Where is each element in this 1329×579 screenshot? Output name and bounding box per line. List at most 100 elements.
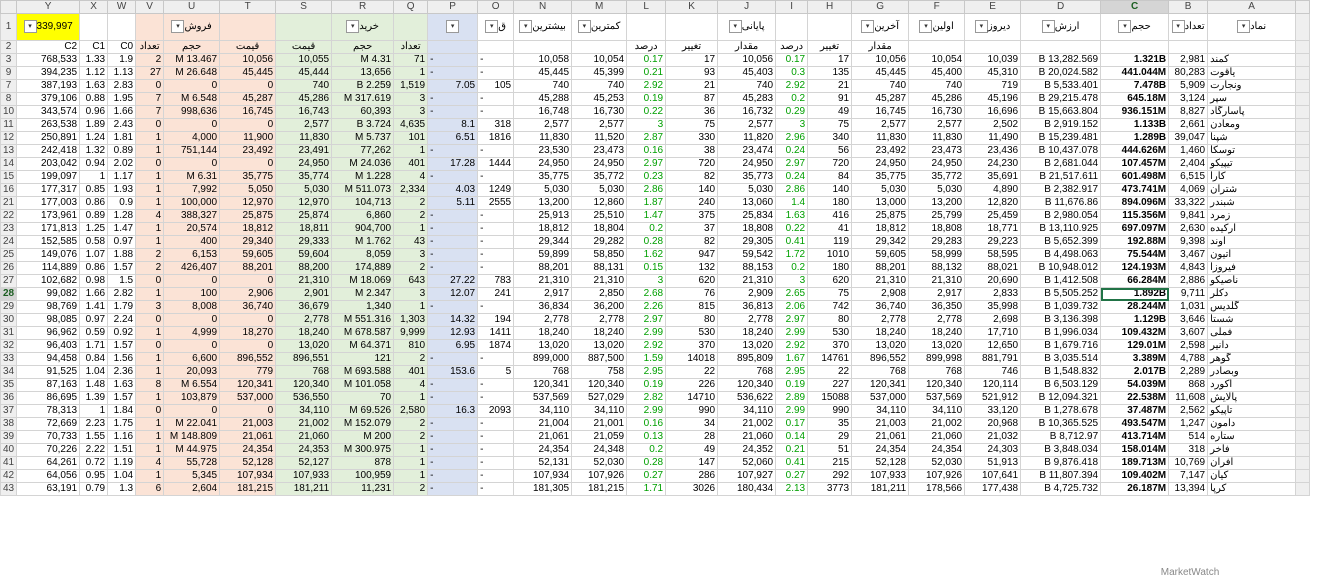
grid-cell[interactable]: 0.14	[775, 430, 809, 444]
grid-cell[interactable]: 21,061	[219, 430, 277, 444]
grid-cell[interactable]: -	[427, 53, 479, 67]
grid-cell[interactable]: 45,283	[717, 92, 777, 106]
grid-cell[interactable]: 37.487M	[1100, 404, 1170, 418]
grid-cell[interactable]: 24,950	[851, 157, 910, 171]
grid-cell[interactable]: 1.57	[107, 339, 137, 353]
grid-cell[interactable]: 24,230	[964, 157, 1022, 171]
column-header-S[interactable]: S	[275, 0, 333, 14]
grid-cell[interactable]: B 15,239.481	[1020, 131, 1102, 145]
grid-cell[interactable]: 121	[331, 352, 395, 366]
grid-cell[interactable]: 0	[163, 157, 221, 171]
grid-cell[interactable]: 263,538	[16, 118, 81, 132]
grid-cell[interactable]: 779	[219, 365, 277, 379]
grid-cell[interactable]: تاپیکو	[1207, 404, 1297, 418]
grid-cell[interactable]: 88,131	[571, 261, 628, 275]
grid-cell[interactable]: 2	[135, 53, 165, 67]
grid-cell[interactable]: 35,774	[275, 170, 333, 184]
grid-cell[interactable]: 1444	[477, 157, 515, 171]
grid-cell[interactable]: 54.039M	[1100, 378, 1170, 392]
grid-cell[interactable]: 537,569	[513, 391, 573, 405]
grid-cell[interactable]: 601.498M	[1100, 170, 1170, 184]
grid-cell[interactable]: زمرد	[1207, 209, 1297, 223]
grid-cell[interactable]: 17	[807, 53, 853, 67]
grid-cell[interactable]: M 4.31	[331, 53, 395, 67]
grid-cell[interactable]: 697.097M	[1100, 222, 1170, 236]
grid-cell[interactable]: شپنا	[1207, 131, 1297, 145]
grid-cell[interactable]: 514	[1168, 430, 1209, 444]
grid-cell[interactable]: 1.892B	[1100, 287, 1170, 301]
grid-cell[interactable]: 13,000	[851, 196, 910, 210]
grid-cell[interactable]: 1.89	[79, 118, 109, 132]
grid-cell[interactable]: -	[477, 209, 515, 223]
grid-cell[interactable]: 620	[807, 274, 853, 288]
grid-cell[interactable]: 379,106	[16, 92, 81, 106]
grid-cell[interactable]: -	[427, 456, 479, 470]
grid-cell[interactable]: 227	[807, 378, 853, 392]
grid-cell[interactable]: 444.626M	[1100, 144, 1170, 158]
grid-cell[interactable]: 18,808	[908, 222, 966, 236]
grid-cell[interactable]: 114,889	[16, 261, 81, 275]
grid-cell[interactable]: 34,110	[513, 404, 573, 418]
filter-dropdown-icon[interactable]: ▾	[974, 20, 988, 34]
filter-dropdown-icon[interactable]: ▾	[485, 20, 499, 34]
grid-cell[interactable]: 12.07	[427, 287, 479, 301]
grid-cell[interactable]: 18,812	[219, 222, 277, 236]
grid-cell[interactable]: 1.133B	[1100, 118, 1170, 132]
grid-cell[interactable]: M 13.467	[163, 53, 221, 67]
grid-cell[interactable]: 177,317	[16, 183, 81, 197]
grid-cell[interactable]: 720	[807, 157, 853, 171]
grid-cell[interactable]: B 29,215.478	[1020, 92, 1102, 106]
grid-cell[interactable]: 2,404	[1168, 157, 1209, 171]
grid-cell[interactable]: 25,510	[571, 209, 628, 223]
grid-cell[interactable]: 94,458	[16, 352, 81, 366]
grid-cell[interactable]: 24,354	[219, 443, 277, 457]
grid-cell[interactable]: 2.83	[107, 79, 137, 93]
grid-cell[interactable]: 11,900	[219, 131, 277, 145]
grid-cell[interactable]: 22.538M	[1100, 391, 1170, 405]
grid-cell[interactable]: 0.97	[79, 313, 109, 327]
grid-cell[interactable]: 7	[135, 92, 165, 106]
grid-cell[interactable]: 8	[135, 378, 165, 392]
filter-dropdown-icon[interactable]: ▾	[23, 20, 37, 34]
grid-cell[interactable]: -	[427, 248, 479, 262]
grid-cell[interactable]: 878	[331, 456, 395, 470]
grid-cell[interactable]: 400	[163, 235, 221, 249]
grid-cell[interactable]: 746	[964, 365, 1022, 379]
grid-cell[interactable]: 37	[665, 222, 719, 236]
grid-cell[interactable]: 1	[135, 235, 165, 249]
grid-cell[interactable]: 152,585	[16, 235, 81, 249]
grid-cell[interactable]: پاسارگاد	[1207, 105, 1297, 119]
grid-cell[interactable]: 1,460	[1168, 144, 1209, 158]
grid-cell[interactable]: B 3,848.034	[1020, 443, 1102, 457]
grid-cell[interactable]: 21,061	[513, 430, 573, 444]
grid-cell[interactable]: 29,333	[275, 235, 333, 249]
grid-cell[interactable]: 1	[135, 196, 165, 210]
grid-cell[interactable]: 21,002	[908, 417, 966, 431]
grid-cell[interactable]: 12,820	[964, 196, 1022, 210]
grid-cell[interactable]: 0.89	[79, 209, 109, 223]
grid-cell[interactable]: 35,773	[717, 170, 777, 184]
grid-cell[interactable]: B 11,807.394	[1020, 469, 1102, 483]
grid-cell[interactable]: 75	[807, 287, 853, 301]
grid-cell[interactable]: 0.94	[79, 157, 109, 171]
subheader-cell[interactable]: قیمت	[219, 40, 277, 54]
grid-cell[interactable]: 416	[807, 209, 853, 223]
row-number[interactable]: 14	[0, 157, 18, 171]
column-header-G[interactable]: G	[851, 0, 910, 14]
grid-cell[interactable]: 16,696	[964, 105, 1022, 119]
grid-cell[interactable]: 2.95	[626, 365, 667, 379]
header-cell[interactable]: ▾ خرید	[331, 13, 395, 41]
grid-cell[interactable]: 2.97	[775, 157, 809, 171]
grid-cell[interactable]: 1.32	[79, 144, 109, 158]
grid-cell[interactable]: 27	[135, 66, 165, 80]
grid-cell[interactable]: 2,778	[513, 313, 573, 327]
grid-cell[interactable]: 2,577	[908, 118, 966, 132]
grid-cell[interactable]: 1.41	[79, 300, 109, 314]
grid-cell[interactable]: 70,226	[16, 443, 81, 457]
grid-cell[interactable]: 147	[665, 456, 719, 470]
grid-cell[interactable]: 17,710	[964, 326, 1022, 340]
grid-cell[interactable]: 59,605	[219, 248, 277, 262]
grid-cell[interactable]: 86,695	[16, 391, 81, 405]
grid-cell[interactable]: 158.014M	[1100, 443, 1170, 457]
grid-cell[interactable]: 88,201	[851, 261, 910, 275]
